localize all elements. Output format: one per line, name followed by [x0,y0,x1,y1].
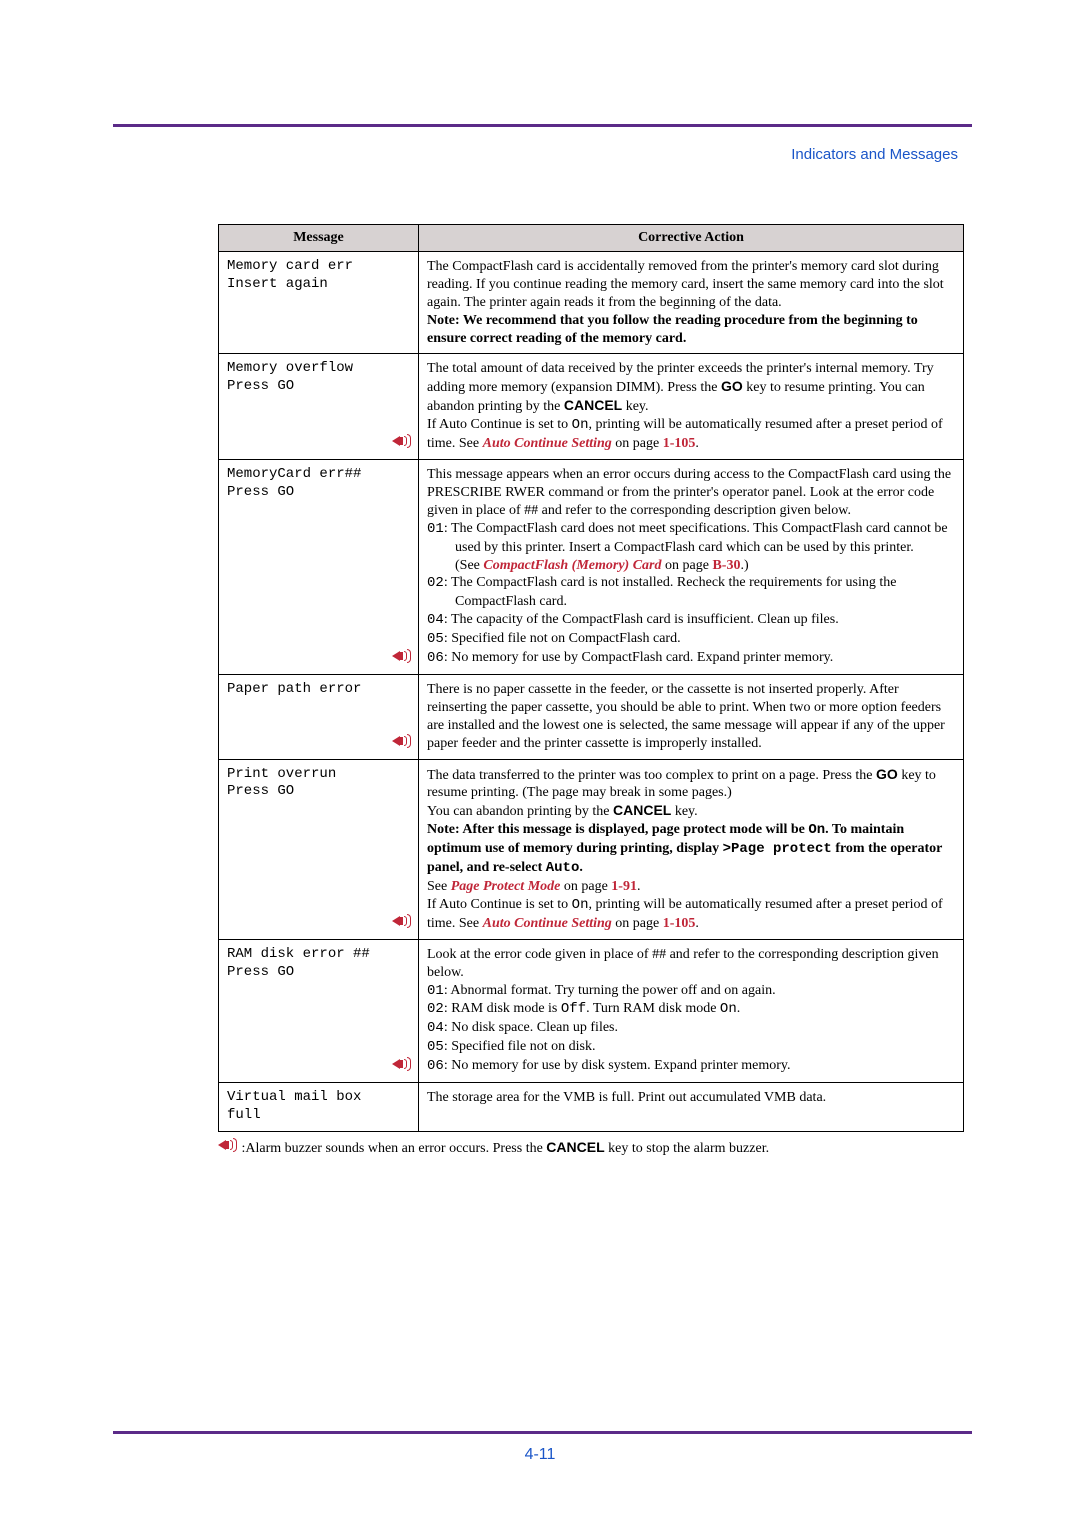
table-row: RAM disk error ##Press GOLook at the err… [219,939,964,1082]
table-row: Print overrunPress GOThe data transferre… [219,759,964,939]
table-row: MemoryCard err##Press GOThis message app… [219,459,964,674]
action-cell: The data transferred to the printer was … [419,759,964,939]
table-row: Virtual mail boxfullThe storage area for… [219,1083,964,1132]
message-line: Virtual mail box [227,1089,410,1107]
message-line: Memory overflow [227,360,410,378]
footnote: :Alarm buzzer sounds when an error occur… [218,1138,964,1157]
bottom-rule [113,1431,972,1434]
message-line: Press GO [227,783,410,801]
table-row: Memory overflowPress GOThe total amount … [219,354,964,460]
sound-icon [218,1138,238,1152]
sound-icon [392,1057,412,1078]
footnote-text-before: :Alarm buzzer sounds when an error occur… [238,1141,546,1156]
message-cell: RAM disk error ##Press GO [219,939,419,1082]
col-header-message: Message [219,225,419,252]
action-cell: The total amount of data received by the… [419,354,964,460]
message-cell: Paper path error [219,674,419,759]
action-cell: Look at the error code given in place of… [419,939,964,1082]
message-line: Press GO [227,378,410,396]
message-line: Press GO [227,964,410,982]
message-line: RAM disk error ## [227,946,410,964]
page-number: 4-11 [0,1446,1080,1464]
message-cell: MemoryCard err##Press GO [219,459,419,674]
messages-table: Message Corrective Action Memory card er… [218,224,964,1132]
message-cell: Print overrunPress GO [219,759,419,939]
action-cell: The storage area for the VMB is full. Pr… [419,1083,964,1132]
message-line: Press GO [227,484,410,502]
action-cell: There is no paper cassette in the feeder… [419,674,964,759]
message-line: MemoryCard err## [227,466,410,484]
footnote-text-after: key to stop the alarm buzzer. [605,1141,769,1156]
message-line: Insert again [227,276,410,294]
action-cell: This message appears when an error occur… [419,459,964,674]
message-cell: Memory overflowPress GO [219,354,419,460]
section-heading-link[interactable]: Indicators and Messages [791,146,958,163]
action-cell: The CompactFlash card is accidentally re… [419,251,964,354]
table-row: Paper path error There is no paper casset… [219,674,964,759]
message-line: Print overrun [227,766,410,784]
table-row: Memory card err Insert againThe CompactF… [219,251,964,354]
sound-icon [392,914,412,935]
message-cell: Memory card err Insert again [219,251,419,354]
page: Indicators and Messages Message Correcti… [0,0,1080,1528]
top-rule [113,124,972,127]
col-header-action: Corrective Action [419,225,964,252]
message-line: full [227,1107,410,1125]
message-line: Memory card err [227,258,410,276]
message-cell: Virtual mail boxfull [219,1083,419,1132]
sound-icon [392,434,412,455]
footnote-cancel-key: CANCEL [546,1139,604,1155]
sound-icon [392,734,412,755]
message-line: Paper path error [227,681,410,699]
sound-icon [392,649,412,670]
